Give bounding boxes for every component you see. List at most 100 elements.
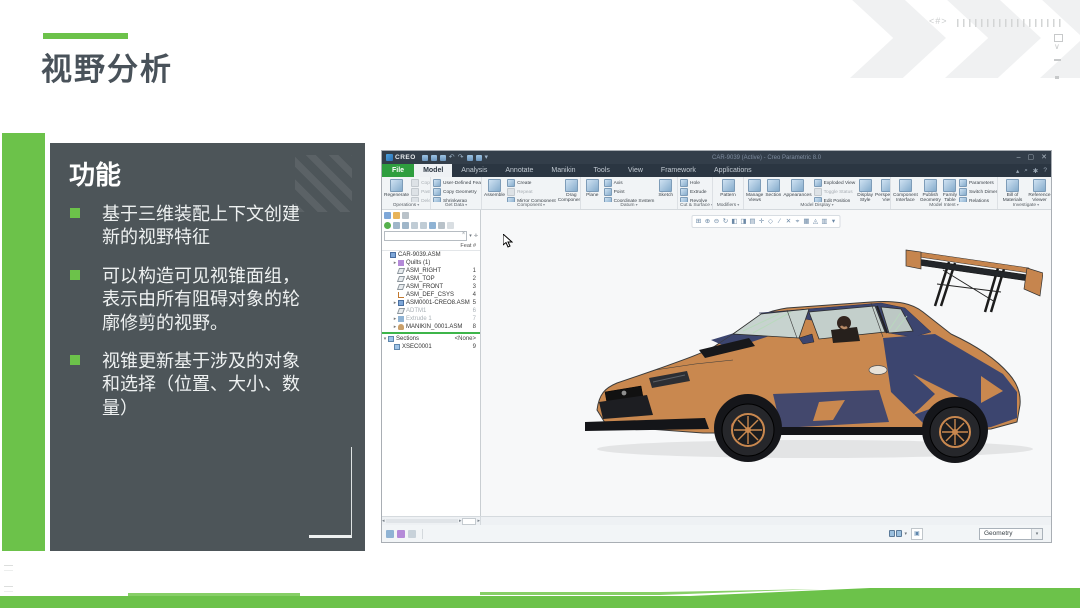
section-button[interactable]: Section [765,179,781,198]
csys-display-icon[interactable]: ⌖ [794,217,802,226]
group-label[interactable]: Investigate [998,202,1051,209]
collapse-all-icon[interactable] [420,222,427,229]
point-display-icon[interactable]: ✕ [785,217,793,226]
display-style-button[interactable]: Display Style [857,179,873,202]
publish-geometry-button[interactable]: Publish Geometry [920,179,941,202]
notification-icon[interactable]: ▣ [911,528,923,540]
sketch-button[interactable]: Sketch [656,179,675,198]
bill-of-materials-button[interactable]: Bill of Materials [1000,179,1025,202]
manage-views-button[interactable]: Manage Views [746,179,763,202]
axis-display-icon[interactable]: ∕ [776,217,784,226]
plane-button[interactable]: Plane [583,179,602,198]
pattern-button[interactable]: Pattern [715,179,741,198]
close-button[interactable]: ✕ [1041,153,1047,162]
open-file-icon[interactable] [431,155,437,161]
repaint-icon[interactable]: ↻ [722,217,730,226]
filter-add-icon[interactable]: ✛ [474,233,478,239]
group-label[interactable]: Modifiers [713,202,743,209]
model-tree-icon[interactable] [384,212,391,219]
help-icon[interactable]: ? [1043,167,1047,174]
search-binoculars-icon[interactable] [889,530,902,537]
zoom-in-icon[interactable]: ⊕ [704,217,712,226]
folder-browser-icon[interactable] [393,212,400,219]
group-label[interactable]: Component [482,202,580,209]
more-commands-icon[interactable]: ▾ [485,154,489,161]
scroll-right-icon[interactable]: ▸ [477,518,480,524]
zoom-out-icon[interactable]: ⊖ [713,217,721,226]
tree-item-sections[interactable]: ▾ Sections <None> [382,335,480,343]
tab-view[interactable]: View [619,164,652,177]
tree-item-asm-def-csys[interactable]: ASM_DEF_CSYS4 [382,291,480,299]
tab-model[interactable]: Model [414,164,452,177]
component-interface-button[interactable]: Component Interface [893,179,918,202]
tree-horizontal-scrollbar[interactable]: ◂ ▸ ▸ [382,517,481,525]
display-style-icon[interactable]: ◨ [740,217,748,226]
highlight-geometry-icon[interactable] [429,222,436,229]
favorites-icon[interactable] [402,212,409,219]
refit-icon[interactable]: ⊞ [695,217,703,226]
drag-components-button[interactable]: Drag Components [558,179,580,202]
tab-tools[interactable]: Tools [585,164,619,177]
regenerate-button[interactable]: Regenerate [384,179,409,198]
tree-item-asm0001-creo8-asm[interactable]: ▸ASM0001-CREO8.ASM5 [382,299,480,307]
tree-item-manikin-0001-asm[interactable]: ▸MANIKIN_0001.ASM8 [382,323,480,331]
show-icon[interactable] [384,222,391,229]
shading-icon[interactable]: ◧ [731,217,739,226]
tree-columns-icon[interactable] [402,222,409,229]
clipboard-icon[interactable] [408,530,416,538]
annotation-display-icon[interactable]: ▦ [803,217,811,226]
tree-item-xsec0001[interactable]: XSEC00019 [382,343,480,351]
new-file-icon[interactable] [422,155,428,161]
plane-display-icon[interactable]: ◇ [767,217,775,226]
tab-annotate[interactable]: Annotate [496,164,542,177]
repeat-button[interactable]: Repeat [507,188,556,196]
tree-item-asm-front[interactable]: ASM_FRONT3 [382,283,480,291]
selection-filter-select[interactable]: Geometry ▾ [979,528,1043,540]
exploded-view-button[interactable]: Exploded View [814,179,856,187]
minimize-ribbon-icon[interactable]: ▴ [1016,167,1019,175]
find-icon[interactable] [397,530,405,538]
save-icon[interactable] [440,155,446,161]
tree-filters-icon[interactable] [393,222,400,229]
copy-geometry-button[interactable]: Copy Geometry [433,188,481,196]
scroll-right-icon[interactable]: ▸ [459,518,462,524]
group-label[interactable]: Operations [382,202,430,209]
axis-button[interactable]: Axis [604,179,655,187]
tab-framework[interactable]: Framework [652,164,705,177]
redo-icon[interactable]: ↷ [458,154,464,161]
switch-dimensions-button[interactable]: Switch Dimensions [959,188,997,196]
search-icon[interactable] [447,222,454,229]
group-label[interactable]: Get Data [431,202,481,209]
extrude-button[interactable]: Extrude [680,188,707,196]
search-icon[interactable]: ⌕ [1024,167,1028,175]
tab-analysis[interactable]: Analysis [452,164,496,177]
tree-item-car-9039-asm[interactable]: CAR-9039.ASM [382,251,480,259]
search-dropdown-icon[interactable]: ▾ [904,531,907,537]
copy-button[interactable]: Copy [411,179,430,187]
filter-options-icon[interactable]: ▾ [469,233,472,239]
reference-viewer-button[interactable]: Reference Viewer [1027,179,1051,202]
scroll-left-icon[interactable]: ◂ [382,518,385,524]
splitter-box[interactable] [462,518,476,525]
paste-button[interactable]: Paste [411,188,430,196]
regenerate-icon[interactable] [467,155,473,161]
clear-filter-icon[interactable]: × [462,231,466,237]
tree-item-quilts-1-[interactable]: ▸Quilts (1) [382,259,480,267]
perspective-view-button[interactable]: Perspective View [875,179,890,202]
perspective-icon[interactable]: ▥ [821,217,829,226]
window-icon[interactable] [476,155,482,161]
settings-icon[interactable] [438,222,445,229]
group-label[interactable]: Cut & Surface [678,202,712,209]
parameters-button[interactable]: Parameters [959,179,997,187]
maximize-button[interactable]: ▢ [1028,153,1035,162]
user-defined-feature-button[interactable]: User-Defined Feature [433,179,481,187]
datum-display-filters-icon[interactable]: ✛ [758,217,766,226]
point-button[interactable]: Point [604,188,655,196]
expand-all-icon[interactable] [411,222,418,229]
tab-applications[interactable]: Applications [705,164,761,177]
favorites-icon[interactable]: ✱ [1033,167,1038,175]
family-table-button[interactable]: Family Table [943,179,957,202]
hole-button[interactable]: Hole [680,179,707,187]
toggle-status-button[interactable]: Toggle Status [814,188,856,196]
select-items-icon[interactable] [386,530,394,538]
